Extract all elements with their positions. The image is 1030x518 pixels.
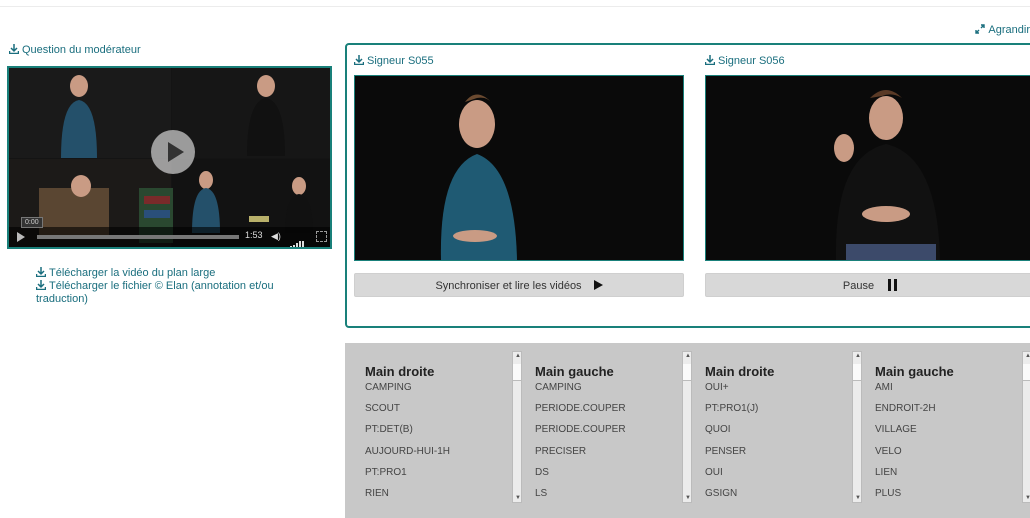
moderator-question-link[interactable]: Question du modérateur xyxy=(8,44,141,56)
play-icon[interactable] xyxy=(17,232,25,242)
fullscreen-icon[interactable] xyxy=(316,231,327,242)
volume-slider[interactable] xyxy=(287,232,305,247)
header-divider xyxy=(0,6,1030,7)
download-wide-video-label: Télécharger la vidéo du plan large xyxy=(49,267,216,279)
signer-s055-link[interactable]: Signeur S055 xyxy=(353,55,434,67)
tier-item: CAMPING xyxy=(535,382,582,393)
tier-heading: Main droite xyxy=(705,364,775,379)
download-icon xyxy=(35,267,47,278)
download-elan-file-link[interactable]: Télécharger le fichier © Elan (annotatio… xyxy=(35,280,296,306)
signers-panel: Signeur S055 Synchroniser et lire les vi… xyxy=(345,43,1030,328)
download-wide-video-link[interactable]: Télécharger la vidéo du plan large xyxy=(35,267,296,280)
duration: 1:53 xyxy=(245,230,263,240)
signer-s056-link[interactable]: Signeur S056 xyxy=(704,55,785,67)
tier-item: SCOUT xyxy=(365,403,400,415)
tier-item: PERIODE.COUPER xyxy=(535,424,626,436)
tier-item: PT:DET(B) xyxy=(365,424,413,436)
tier-item: PLUS xyxy=(875,487,902,499)
signer-s055-frame xyxy=(355,76,683,260)
play-overlay-button[interactable] xyxy=(151,130,195,174)
tier-heading: Main droite xyxy=(365,364,435,379)
tier-column[interactable]: Main gauche AMI ENDROIT-2H VILLAGE VELO … xyxy=(855,343,1030,513)
download-icon xyxy=(8,44,20,55)
tier-column[interactable]: Main gauche CAMPING PERIODE.COUPER PERIO… xyxy=(515,343,692,513)
tier-column[interactable]: Main droite OUI+ PT:PRO1(J) QUOI PENSER … xyxy=(685,343,862,513)
tier-scrollbar[interactable]: ▲ ▼ xyxy=(1022,351,1030,503)
download-icon xyxy=(35,280,47,291)
signer-s056-title: Signeur S056 xyxy=(718,55,785,67)
download-elan-file-label: Télécharger le fichier © Elan (annotatio… xyxy=(36,280,274,305)
tier-item: VELO xyxy=(875,445,902,457)
tier-item: OUI xyxy=(705,466,723,478)
tier-item: GSIGN xyxy=(705,487,738,499)
tier-item: PRECISER xyxy=(535,445,587,457)
tier-item: OUI+ xyxy=(705,382,729,393)
tier-item: VILLAGE xyxy=(875,424,917,436)
pause-icon xyxy=(888,279,898,291)
video-controls: 0:00 1:53 ◀) xyxy=(9,217,330,247)
tier-item: AUJOURD-HUI-1H xyxy=(365,445,450,457)
signer-s055-title: Signeur S055 xyxy=(367,55,434,67)
tier-item: PT:PRO1 xyxy=(365,466,407,478)
tier-item: PENSER xyxy=(705,445,747,457)
tier-item: ENDROIT-2H xyxy=(875,403,936,415)
wide-shot-video-player[interactable]: 0:00 1:53 ◀) xyxy=(7,66,332,249)
expand-link[interactable]: Agrandir xyxy=(975,24,1030,36)
tier-heading: Main gauche xyxy=(875,364,954,379)
tier-item: RIEN xyxy=(365,487,389,499)
tier-column[interactable]: Main droite CAMPING SCOUT PT:DET(B) AUJO… xyxy=(345,343,522,513)
signer-s056-frame xyxy=(706,76,1030,260)
volume-icon[interactable]: ◀) xyxy=(271,232,281,241)
annotation-tiers: Main droite CAMPING SCOUT PT:DET(B) AUJO… xyxy=(345,343,1030,518)
moderator-question-label: Question du modérateur xyxy=(22,44,141,56)
tier-item: LS xyxy=(535,487,548,499)
play-icon xyxy=(593,280,603,290)
signer-s055-video[interactable] xyxy=(354,75,684,261)
tier-heading: Main gauche xyxy=(535,364,614,379)
tier-item: AMI xyxy=(875,382,893,393)
pause-label: Pause xyxy=(842,280,875,292)
sync-play-label: Synchroniser et lire les vidéos xyxy=(435,280,582,292)
tier-item: DS xyxy=(535,466,549,478)
download-icon xyxy=(704,55,716,66)
sync-play-button[interactable]: Synchroniser et lire les vidéos xyxy=(354,273,684,297)
progress-bar[interactable] xyxy=(37,235,239,239)
current-time: 0:00 xyxy=(21,217,43,228)
expand-label: Agrandir xyxy=(988,24,1030,36)
download-icon xyxy=(353,55,365,66)
pause-button[interactable]: Pause xyxy=(705,273,1030,297)
tier-item: LIEN xyxy=(875,466,898,478)
tier-item: PERIODE.COUPER xyxy=(535,403,626,415)
tier-item: PT:PRO1(J) xyxy=(705,403,759,415)
tier-item: CAMPING xyxy=(365,382,412,393)
tier-item: QUOI xyxy=(705,424,731,436)
expand-arrows-icon xyxy=(975,24,986,34)
signer-s056-video[interactable] xyxy=(705,75,1030,261)
